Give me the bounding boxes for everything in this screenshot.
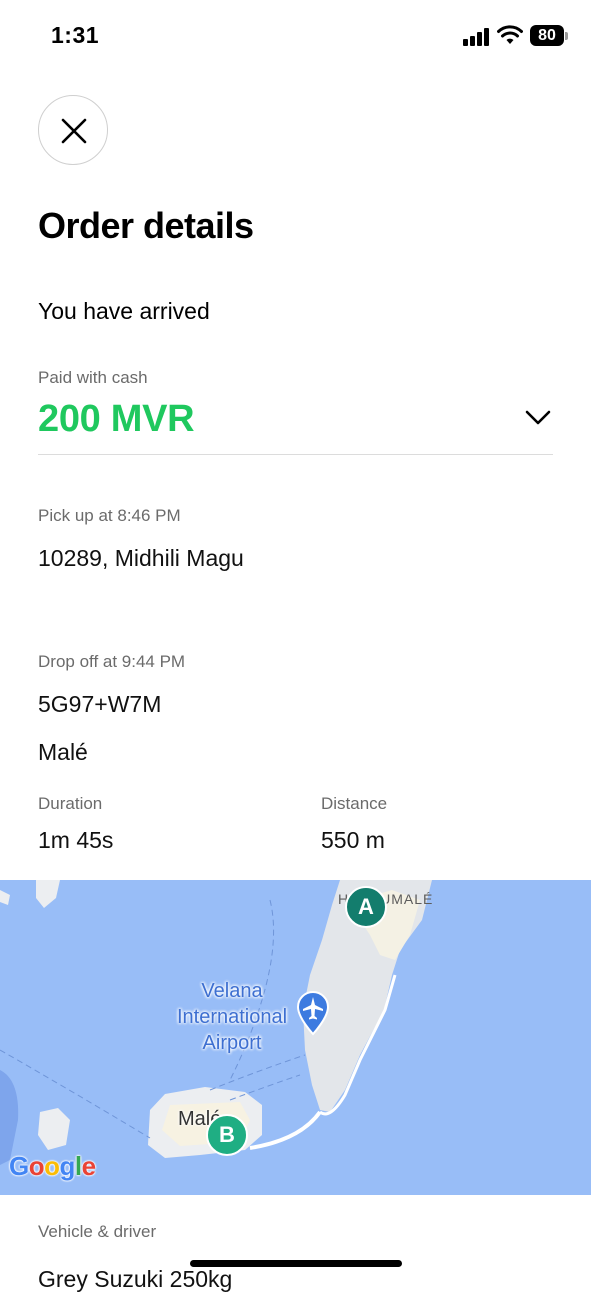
divider [38,454,553,455]
close-button[interactable] [38,95,108,165]
battery-icon: 80 [530,25,564,46]
marker-b[interactable]: B [206,1114,248,1156]
signal-icon [463,26,491,46]
map-label-airport: Velana International Airport [170,978,294,1056]
google-attribution: Google [9,1151,96,1181]
status-time: 1:31 [51,22,100,48]
status-bar: 1:31 80 [0,0,591,72]
battery-tip [565,32,568,40]
wifi-icon [497,25,523,44]
airport-label-line2: International [176,1006,288,1028]
airport-pin-icon [296,991,330,1036]
trip-status: You have arrived [38,298,210,324]
payment-amount[interactable]: 200 MVR [38,398,195,441]
marker-a[interactable]: A [345,886,387,928]
airport-label-line1: Velana [201,980,263,1002]
distance-label: Distance [321,794,388,813]
distance-value: 550 m [321,827,385,853]
dropoff-label: Drop off at 9:44 PM [38,652,186,671]
map-base [0,880,432,1165]
payment-label: Paid with cash [38,368,148,387]
route-map[interactable] [0,880,591,1195]
dropoff-address-line2: Malé [38,739,88,765]
close-icon [61,118,87,144]
duration-label: Duration [38,794,103,813]
airport-label-line3: Airport [202,1032,262,1054]
home-indicator [190,1260,402,1267]
vehicle-label: Vehicle & driver [38,1222,157,1241]
dropoff-address-line1: 5G97+W7M [38,691,162,717]
pickup-label: Pick up at 8:46 PM [38,506,181,525]
chevron-down-icon[interactable] [524,408,552,428]
page-title: Order details [38,205,254,246]
duration-value: 1m 45s [38,827,114,853]
pickup-address: 10289, Midhili Magu [38,545,244,571]
